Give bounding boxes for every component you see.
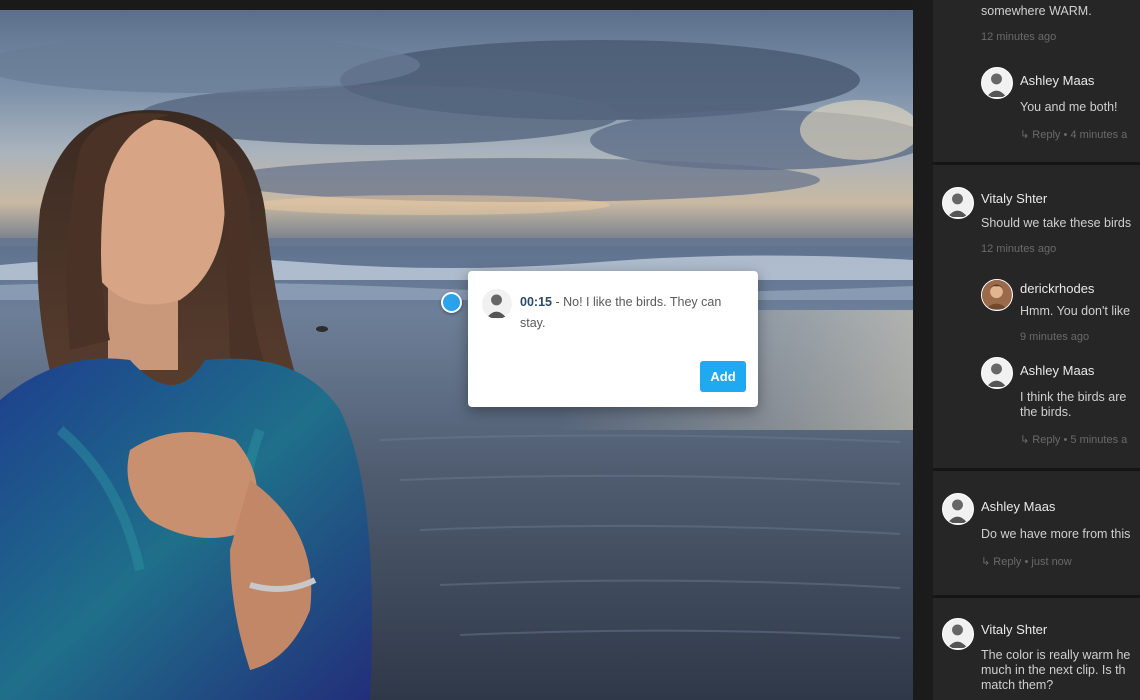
avatar <box>981 67 1013 99</box>
comment-author[interactable]: Vitaly Shter <box>981 622 1047 637</box>
comment-body: somewhere WARM. <box>981 4 1092 18</box>
reply-link[interactable]: Reply <box>1032 129 1060 141</box>
timecode: 00:15 <box>520 295 552 309</box>
comment-body: Do we have more from this <box>981 527 1131 541</box>
avatar <box>481 288 513 320</box>
avatar <box>942 618 974 650</box>
comment-body: Hmm. You don't like <box>1020 304 1131 318</box>
comment-time: 5 minutes a <box>1070 434 1128 446</box>
comment-time: 12 minutes ago <box>981 243 1057 255</box>
comment-meta: ↳ Reply • just now <box>981 555 1072 568</box>
comment-time: 12 minutes ago <box>981 31 1057 43</box>
comments-sidebar: somewhere WARM. 12 minutes ago Ashley Ma… <box>913 0 1140 700</box>
comment-thread: Ashley Maas Do we have more from this ↳ … <box>933 471 1140 595</box>
video-frame[interactable] <box>0 10 913 700</box>
avatar <box>981 357 1013 389</box>
comment-body-line: match them? <box>981 678 1054 692</box>
reply-arrow-icon: ↳ <box>981 556 991 568</box>
comment-meta: ↳ Reply • 5 minutes a <box>1020 433 1127 446</box>
comment-author[interactable]: Ashley Maas <box>981 499 1055 514</box>
comment-meta: ↳ Reply • 4 minutes a <box>1020 128 1127 141</box>
comment-time: 4 minutes a <box>1070 129 1128 141</box>
avatar <box>942 493 974 525</box>
comment-body-line: I think the birds are <box>1020 390 1127 404</box>
timecode-separator: - <box>551 295 564 309</box>
comment-body-line: the birds. <box>1020 405 1072 419</box>
comment-body: You and me both! <box>1020 100 1118 114</box>
comment-body-line: The color is really warm he <box>981 648 1131 662</box>
avatar <box>942 187 974 219</box>
comment-thread: Vitaly Shter The color is really warm he… <box>933 598 1140 700</box>
add-comment-button[interactable]: Add <box>700 361 746 392</box>
comment-author[interactable]: Ashley Maas <box>1020 363 1094 378</box>
reply-arrow-icon: ↳ <box>1020 129 1030 141</box>
popup-comment-text[interactable]: 00:15 - No! I like the birds. They can s… <box>520 292 745 334</box>
comment-thread: somewhere WARM. 12 minutes ago Ashley Ma… <box>933 0 1140 162</box>
comment-time: just now <box>1031 556 1072 568</box>
reply-link[interactable]: Reply <box>1032 434 1060 446</box>
reply-arrow-icon: ↳ <box>1020 434 1030 446</box>
comment-thread: Vitaly Shter Should we take these birds … <box>933 165 1140 468</box>
comment-author[interactable]: Ashley Maas <box>1020 73 1094 88</box>
video-scene-image <box>0 10 913 700</box>
reply-link[interactable]: Reply <box>993 556 1021 568</box>
comment-author[interactable]: derickrhodes <box>1020 281 1094 296</box>
comment-author[interactable]: Vitaly Shter <box>981 191 1047 206</box>
comment-body-line: much in the next clip. Is th <box>981 663 1126 677</box>
avatar <box>981 279 1013 311</box>
comment-body: Should we take these birds <box>981 216 1132 230</box>
comment-time: 9 minutes ago <box>1020 331 1090 343</box>
comment-marker[interactable] <box>441 292 462 313</box>
